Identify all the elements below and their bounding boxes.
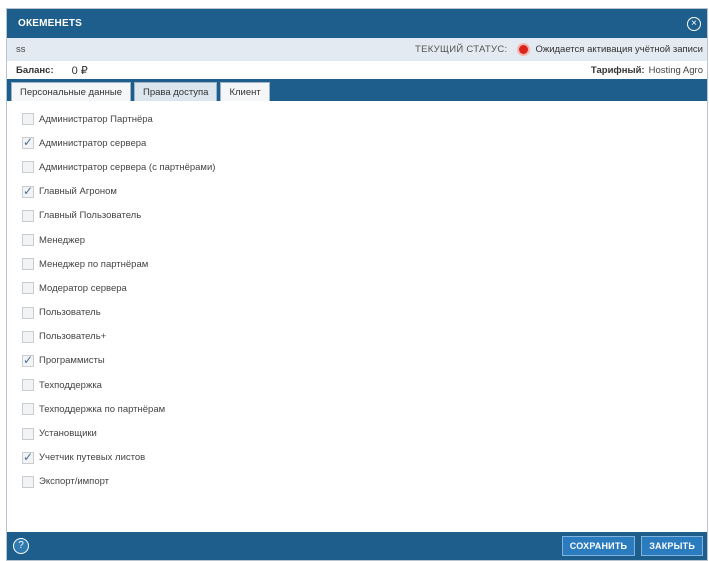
permission-label: Пользователь — [39, 307, 101, 319]
checkbox-checked[interactable] — [22, 450, 34, 464]
checkbox[interactable] — [22, 258, 34, 271]
permission-item[interactable]: Программисты — [22, 349, 707, 373]
tab-client[interactable]: Клиент — [220, 82, 270, 101]
tariff-value: Hosting Agro — [648, 64, 703, 76]
help-icon[interactable]: ? — [13, 538, 29, 554]
tariff-label: Тарифный: — [590, 64, 645, 76]
tab-label: Персональные данные — [20, 86, 122, 98]
status-indicator-icon — [517, 43, 531, 56]
checkbox[interactable] — [22, 113, 34, 126]
permissions-list: Администратор Партнёра Администратор серв… — [7, 101, 707, 494]
checkbox[interactable] — [22, 209, 34, 222]
permission-item[interactable]: Главный Пользователь — [22, 204, 707, 228]
permission-label: Менеджер по партнёрам — [39, 258, 149, 270]
status-bar: ss ТЕКУЩИЙ СТАТУС: Ожидается активация у… — [7, 38, 707, 61]
permission-label: Установщики — [39, 428, 97, 440]
permission-label: Администратор сервера (с партнёрами) — [39, 161, 216, 173]
checkbox[interactable] — [22, 282, 34, 295]
close-button[interactable]: ЗАКРЫТЬ — [641, 536, 703, 556]
permission-item[interactable]: Техподдержка по партнёрам — [22, 397, 707, 421]
dialog-title: ОКЕМЕНЕТS — [18, 18, 83, 29]
permission-item[interactable]: Учетчик путевых листов — [22, 446, 707, 470]
checkbox[interactable] — [22, 475, 34, 488]
checkbox[interactable] — [22, 161, 34, 174]
permission-label: Главный Агроном — [39, 186, 117, 198]
checkbox[interactable] — [22, 306, 34, 319]
permission-label: Экспорт/импорт — [39, 476, 110, 488]
checkbox-checked[interactable] — [22, 353, 34, 367]
permission-item[interactable]: Администратор сервера (с партнёрами) — [22, 155, 707, 179]
permission-item[interactable]: Менеджер по партнёрам — [22, 252, 707, 276]
permission-label: Пользователь+ — [39, 331, 107, 343]
status-value: Ожидается активация учётной записи — [535, 44, 703, 55]
permission-label: Программисты — [39, 355, 105, 367]
permission-label: Техподдержка — [39, 379, 102, 391]
checkbox-checked[interactable] — [22, 184, 34, 198]
status-label: ТЕКУЩИЙ СТАТУС: — [414, 44, 508, 55]
permission-item[interactable]: Администратор сервера — [22, 131, 707, 155]
permission-item[interactable]: Пользователь — [22, 301, 707, 325]
permission-label: Модератор сервера — [39, 282, 127, 294]
checkbox[interactable] — [22, 427, 34, 440]
tab-bar: Персональные данные Права доступа Клиент — [7, 79, 707, 101]
checkbox[interactable] — [22, 330, 34, 343]
account-row: Баланс: 0 ₽ Тарифный: Hosting Agro — [7, 61, 707, 79]
permission-item[interactable]: Главный Агроном — [22, 180, 707, 204]
tab-access-rights[interactable]: Права доступа — [134, 82, 218, 101]
permission-item[interactable]: Техподдержка — [22, 373, 707, 397]
permission-item[interactable]: Экспорт/импорт — [22, 470, 707, 494]
permission-item[interactable]: Пользователь+ — [22, 325, 707, 349]
dialog-footer: ? СОХРАНИТЬ ЗАКРЫТЬ — [7, 532, 707, 560]
permission-label: Техподдержка по партнёрам — [39, 403, 166, 415]
balance-value: 0 ₽ — [71, 64, 88, 77]
checkbox-checked[interactable] — [22, 135, 34, 150]
save-button[interactable]: СОХРАНИТЬ — [561, 536, 636, 556]
checkbox[interactable] — [22, 379, 34, 392]
tab-personal-data[interactable]: Персональные данные — [11, 82, 131, 101]
checkbox[interactable] — [22, 403, 34, 416]
close-icon[interactable]: × — [687, 16, 701, 31]
username: ss — [16, 44, 26, 55]
permission-item[interactable]: Менеджер — [22, 228, 707, 252]
dialog-titlebar: ОКЕМЕНЕТS × — [7, 9, 707, 38]
tab-label: Права доступа — [143, 86, 209, 98]
permission-item[interactable]: Администратор Партнёра — [22, 107, 707, 131]
permission-item[interactable]: Установщики — [22, 421, 707, 445]
permission-label: Главный Пользователь — [39, 210, 142, 222]
balance-label: Баланс: — [16, 64, 54, 76]
permission-label: Администратор сервера — [39, 137, 147, 149]
user-edit-dialog: ОКЕМЕНЕТS × ss ТЕКУЩИЙ СТАТУС: Ожидается… — [6, 8, 708, 561]
permission-label: Администратор Партнёра — [39, 113, 153, 125]
permission-label: Учетчик путевых листов — [39, 452, 146, 464]
checkbox[interactable] — [22, 234, 34, 247]
tab-label: Клиент — [229, 86, 261, 98]
permission-item[interactable]: Модератор сервера — [22, 276, 707, 300]
permission-label: Менеджер — [39, 234, 86, 246]
